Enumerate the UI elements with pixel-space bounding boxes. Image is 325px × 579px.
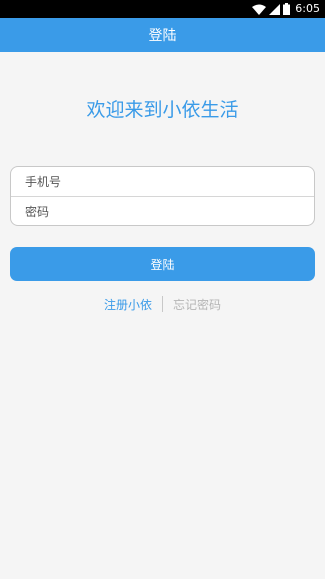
page-title: 登陆 xyxy=(148,28,177,44)
status-bar: 6:05 xyxy=(0,0,325,18)
status-icons: 6:05 xyxy=(252,2,320,16)
forgot-password-link[interactable]: 忘记密码 xyxy=(163,296,221,313)
phone-input[interactable] xyxy=(25,174,314,189)
password-input[interactable] xyxy=(25,204,314,219)
wifi-icon xyxy=(252,4,267,15)
register-link[interactable]: 注册小依 xyxy=(104,296,162,313)
battery-icon xyxy=(283,3,291,15)
phone-row xyxy=(11,167,314,196)
app-bar: 登陆 xyxy=(0,18,325,52)
login-form xyxy=(10,166,315,226)
signal-icon xyxy=(269,3,281,15)
account-links: 注册小依 忘记密码 xyxy=(0,294,325,314)
status-time: 6:05 xyxy=(295,2,320,15)
login-button[interactable]: 登陆 xyxy=(10,247,315,281)
password-row xyxy=(11,196,314,225)
welcome-heading: 欢迎来到小依生活 xyxy=(86,99,239,121)
